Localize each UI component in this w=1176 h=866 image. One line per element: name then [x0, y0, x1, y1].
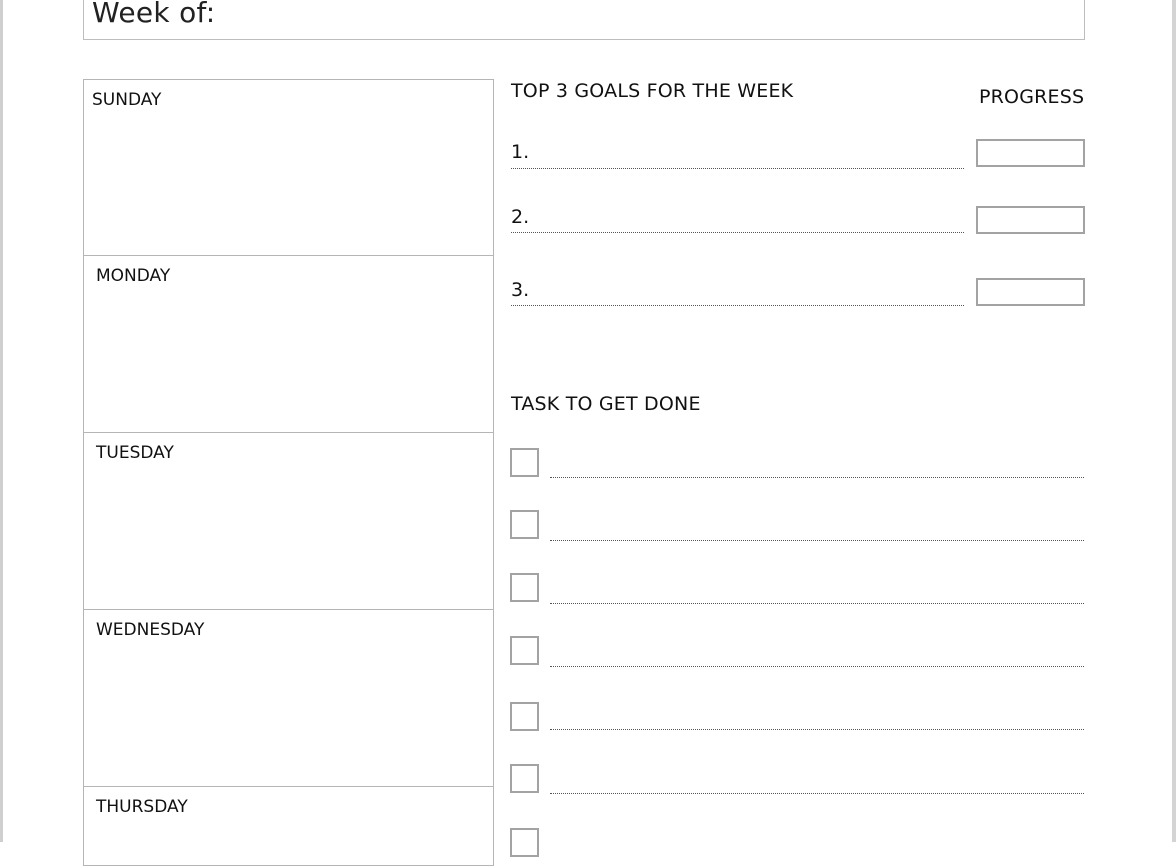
day-box-sunday[interactable]: SUNDAY: [83, 79, 494, 256]
task-input[interactable]: [550, 603, 1084, 604]
task-checkbox[interactable]: [510, 828, 539, 857]
goal-number: 1.: [511, 141, 530, 163]
goal-3-input[interactable]: [511, 305, 964, 306]
task-checkbox[interactable]: [510, 448, 539, 477]
task-checkbox[interactable]: [510, 573, 539, 602]
task-checkbox[interactable]: [510, 510, 539, 539]
day-box-wednesday[interactable]: WEDNESDAY: [83, 609, 494, 787]
goal-2-progress-box[interactable]: [976, 206, 1085, 234]
task-checkbox[interactable]: [510, 702, 539, 731]
goal-1-progress-box[interactable]: [976, 139, 1085, 167]
goal-number: 3.: [511, 279, 530, 301]
day-box-thursday[interactable]: THURSDAY: [83, 786, 494, 866]
task-input[interactable]: [550, 666, 1084, 667]
goal-2-input[interactable]: [511, 232, 964, 233]
task-input[interactable]: [550, 729, 1084, 730]
task-input[interactable]: [550, 793, 1084, 794]
task-input[interactable]: [550, 477, 1084, 478]
day-label: TUESDAY: [96, 443, 174, 463]
day-label: MONDAY: [96, 266, 171, 286]
week-of-field[interactable]: Week of:: [83, 0, 1085, 40]
day-label: SUNDAY: [92, 90, 162, 110]
goal-1-input[interactable]: [511, 168, 964, 169]
task-checkbox[interactable]: [510, 636, 539, 665]
scrollbar-track[interactable]: [1172, 0, 1176, 842]
goal-number: 2.: [511, 206, 530, 228]
task-input[interactable]: [550, 540, 1084, 541]
goals-heading: TOP 3 GOALS FOR THE WEEK: [511, 80, 794, 102]
task-checkbox[interactable]: [510, 764, 539, 793]
goal-3-progress-box[interactable]: [976, 278, 1085, 306]
day-box-tuesday[interactable]: TUESDAY: [83, 432, 494, 610]
day-label: WEDNESDAY: [96, 620, 205, 640]
progress-heading: PROGRESS: [979, 86, 1085, 108]
week-of-label: Week of:: [92, 0, 216, 29]
page-edge-left: [0, 0, 3, 842]
tasks-heading: TASK TO GET DONE: [511, 393, 701, 415]
day-box-monday[interactable]: MONDAY: [83, 255, 494, 433]
day-label: THURSDAY: [96, 797, 188, 817]
